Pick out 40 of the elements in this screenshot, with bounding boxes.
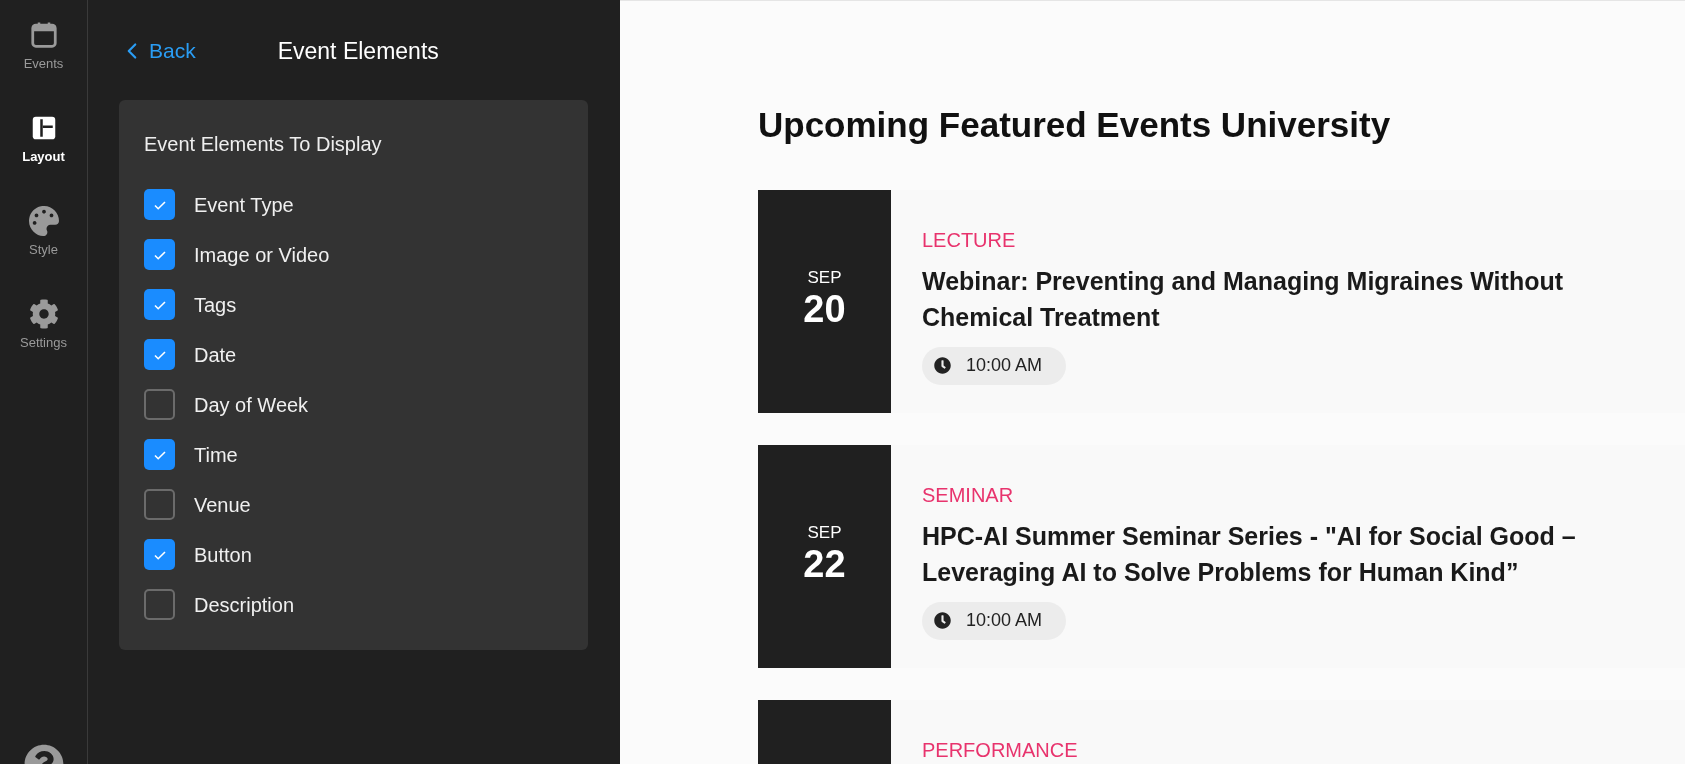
nav-tab[interactable]: Layout: [1, 113, 86, 206]
event-type: PERFORMANCE: [922, 737, 1078, 763]
option-checkbox[interactable]: Event Type: [144, 189, 588, 220]
checkbox[interactable]: [144, 339, 175, 370]
time-pill: 10:00 AM: [922, 346, 1067, 385]
option-checkbox[interactable]: Date: [144, 339, 588, 370]
settings-icon: [28, 299, 59, 329]
time-pill: 10:00 AM: [922, 601, 1067, 640]
panel-title: Event Elements: [277, 36, 439, 66]
checkbox[interactable]: [144, 439, 175, 470]
nav-tab[interactable]: Style: [1, 206, 86, 299]
option-checkbox[interactable]: Time: [144, 439, 588, 470]
palette-icon: [28, 206, 59, 236]
checkbox[interactable]: [144, 589, 175, 620]
option-checkbox[interactable]: Venue: [144, 489, 588, 520]
page-heading: Upcoming Featured Events University: [758, 104, 1392, 146]
date-block: SEP 22: [758, 444, 891, 668]
nav-tab[interactable]: Events: [1, 20, 86, 113]
checkbox[interactable]: [144, 239, 175, 270]
calendar-icon: [28, 20, 59, 50]
checkbox[interactable]: [144, 189, 175, 220]
event-title[interactable]: Webinar: Preventing and Managing Migraines Without Chemical Treatment: [922, 262, 1665, 335]
event-type: LECTURE: [922, 227, 1017, 253]
event-title[interactable]: HPC-AI Summer Seminar Series - "AI for Social Good – Leveraging AI to Solve Problems for Human Kind”: [922, 517, 1665, 590]
clock-icon: [934, 357, 951, 374]
option-checkbox[interactable]: Image or Video: [144, 239, 588, 270]
nav-tab[interactable]: Settings: [1, 299, 86, 392]
date-block: SEP 20: [758, 189, 891, 413]
option-checkbox[interactable]: Tags: [144, 289, 588, 320]
checkbox[interactable]: [144, 289, 175, 320]
option-checkbox[interactable]: Description: [144, 589, 588, 620]
checkbox[interactable]: [144, 489, 175, 520]
option-checkbox[interactable]: Button: [144, 539, 588, 570]
checkbox[interactable]: [144, 389, 175, 420]
back-button[interactable]: Back: [119, 35, 196, 67]
clock-icon: [934, 612, 951, 629]
checkbox[interactable]: [144, 539, 175, 570]
section-title: Event Elements To Display: [144, 132, 383, 157]
event-type: SEMINAR: [922, 482, 1015, 508]
option-checkbox[interactable]: Day of Week: [144, 389, 588, 420]
